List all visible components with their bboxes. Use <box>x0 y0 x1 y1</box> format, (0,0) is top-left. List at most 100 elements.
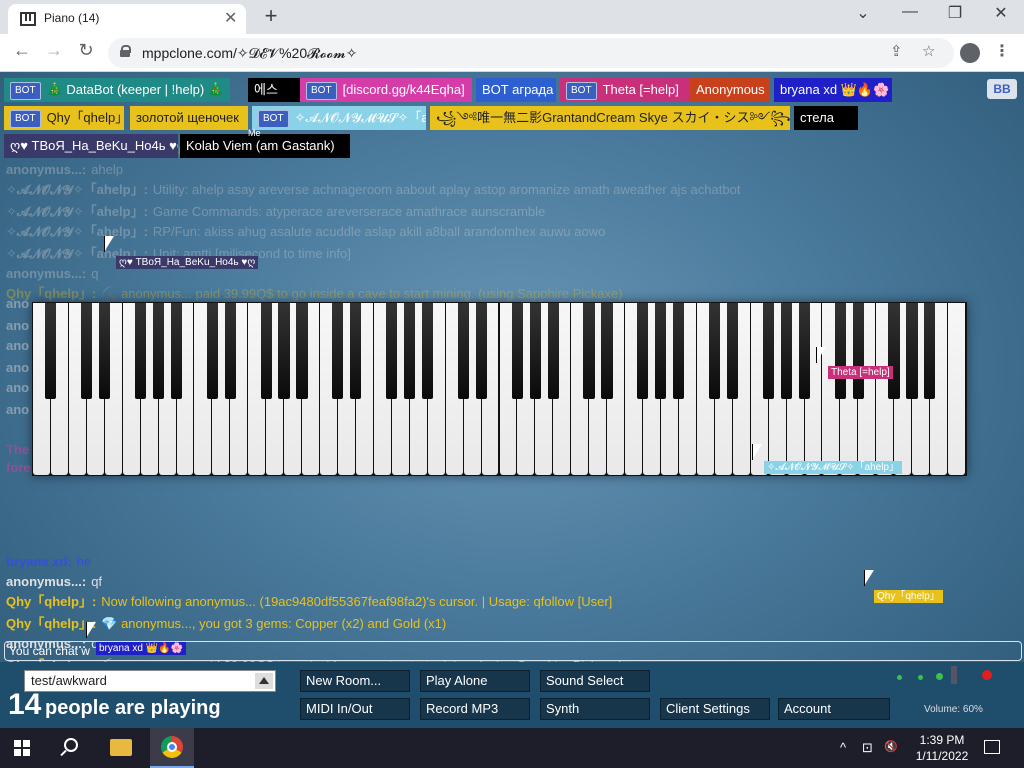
client-settings-button[interactable]: Client Settings <box>660 698 770 720</box>
chat-author: anonymus...: <box>6 162 87 177</box>
sound-select-button[interactable]: Sound Select <box>540 670 650 692</box>
user-tag[interactable]: BOT aграда <box>476 78 556 102</box>
black-key[interactable] <box>152 303 164 400</box>
taskbar-clock[interactable]: 1:39 PM 1/11/2022 <box>912 732 972 764</box>
black-key[interactable] <box>170 303 182 400</box>
room-dropdown-arrow-icon[interactable] <box>255 673 273 689</box>
black-key[interactable] <box>260 303 272 400</box>
black-key[interactable] <box>475 303 487 400</box>
forward-button[interactable]: → <box>42 40 66 61</box>
led-icon <box>936 673 943 680</box>
back-button[interactable]: ← <box>10 40 34 61</box>
chat-text: Utility: ahelp asay areverse achnageroom… <box>152 182 741 197</box>
black-key[interactable] <box>529 303 541 400</box>
user-tag[interactable]: BOT Theta [=help] <box>560 78 690 102</box>
black-key[interactable] <box>421 303 434 400</box>
black-key[interactable] <box>727 303 739 400</box>
windows-start-icon[interactable] <box>14 740 30 756</box>
black-key[interactable] <box>834 303 846 400</box>
browser-tab[interactable]: Piano (14) ✕ <box>8 4 246 34</box>
black-key[interactable] <box>457 303 469 400</box>
cursor-arrow-icon <box>816 347 828 365</box>
tab-title: Piano (14) <box>44 11 100 25</box>
play-alone-button[interactable]: Play Alone <box>420 670 530 692</box>
black-key[interactable] <box>852 303 864 400</box>
black-key[interactable] <box>206 303 218 400</box>
black-key[interactable] <box>637 303 649 400</box>
black-key[interactable] <box>99 303 111 400</box>
network-icon[interactable]: ⊡ <box>862 740 873 756</box>
black-key[interactable] <box>798 303 810 400</box>
black-key[interactable] <box>601 303 613 400</box>
black-key[interactable] <box>547 303 559 400</box>
file-explorer-icon[interactable] <box>110 739 132 756</box>
user-tag[interactable]: Kolab Viem (am Gastank) <box>180 134 350 158</box>
black-key[interactable] <box>224 303 236 400</box>
black-key[interactable] <box>511 303 523 400</box>
chat-fragment: ano <box>6 296 30 311</box>
address-bar[interactable]: mppclone.com/✧𝓓𝓔𝓥%20𝓡𝓸𝓸𝓶✧ ⇪ ☆ <box>108 38 954 68</box>
player-count: 14 people are playing <box>8 688 221 722</box>
tab-close-icon[interactable]: ✕ <box>224 8 237 28</box>
user-tag[interactable]: ღ♥ TBoЯ_Ha_BeKu_Ho4ь ♥ღ <box>4 134 178 158</box>
user-tag[interactable]: стела <box>794 106 858 130</box>
user-tag[interactable]: золотой щеночек <box>130 106 248 130</box>
new-room-button[interactable]: New Room... <box>300 670 410 692</box>
chat-input[interactable]: You can chat w <box>4 641 1022 661</box>
user-name: ღ♥ TBoЯ_Ha_BeKu_Ho4ь ♥ღ <box>10 138 178 153</box>
bb-badge[interactable]: BB <box>987 79 1017 99</box>
black-key[interactable] <box>709 303 721 400</box>
profile-avatar-icon[interactable] <box>960 43 980 63</box>
black-key[interactable] <box>583 303 595 400</box>
volume-muted-icon[interactable]: 🔇 <box>884 740 898 753</box>
chrome-icon <box>161 736 183 758</box>
black-key[interactable] <box>386 303 398 400</box>
close-window-button[interactable]: ✕ <box>986 3 1016 23</box>
share-icon[interactable]: ⇪ <box>890 42 903 60</box>
user-tag[interactable]: BOT [discord.gg/k44Eqha] <box>300 78 472 102</box>
piano-keys[interactable] <box>33 303 966 475</box>
black-key[interactable] <box>332 303 344 400</box>
black-key[interactable] <box>81 303 93 400</box>
black-key[interactable] <box>888 303 900 400</box>
tab-search-icon[interactable]: ⌄ <box>848 3 878 23</box>
user-tag[interactable]: BOT ✧𝓐𝓝𝓞𝓝𝓨𝓜𝓤𝓢✧「ahelp」 <box>252 106 426 130</box>
minimize-button[interactable]: — <box>895 3 925 21</box>
chat-fragment: The <box>6 442 30 457</box>
black-key[interactable] <box>278 303 290 400</box>
synth-button[interactable]: Synth <box>540 698 650 720</box>
notification-icon[interactable] <box>984 740 1000 754</box>
volume-slider-icon[interactable] <box>951 666 957 684</box>
black-key[interactable] <box>673 303 685 400</box>
restore-button[interactable]: ❐ <box>940 3 970 23</box>
black-key[interactable] <box>404 303 416 400</box>
user-tag[interactable]: BOT 🎄 DataBot (keeper | !help) 🎄 <box>4 78 230 102</box>
user-tag[interactable]: ꧁༺唯一無二影GrantandCream Skye スカイ・シス༻꧂ <box>430 106 790 130</box>
midi-in-out-button[interactable]: MIDI In/Out <box>300 698 410 720</box>
black-key[interactable] <box>780 303 792 400</box>
white-key[interactable] <box>948 303 965 475</box>
black-key[interactable] <box>296 303 308 400</box>
user-tag[interactable]: BOT Qhy「qhelp」 <box>4 106 124 130</box>
new-tab-button[interactable]: + <box>260 3 282 29</box>
record-mp3-button[interactable]: Record MP3 <box>420 698 530 720</box>
search-icon[interactable] <box>64 738 78 752</box>
black-key[interactable] <box>350 303 362 400</box>
tray-chevron-icon[interactable]: ^ <box>840 740 846 755</box>
reload-button[interactable]: ↻ <box>74 40 98 61</box>
black-key[interactable] <box>134 303 147 400</box>
black-key[interactable] <box>924 303 936 400</box>
black-key[interactable] <box>655 303 667 400</box>
chrome-taskbar-button[interactable] <box>150 728 194 768</box>
account-button[interactable]: Account <box>778 698 890 720</box>
user-tag[interactable]: bryana xd 👑🔥🌸 <box>774 78 892 102</box>
black-key[interactable] <box>45 303 57 400</box>
user-tag[interactable]: Anonymous <box>690 78 770 102</box>
black-key[interactable] <box>906 303 918 400</box>
user-name: 🎄 DataBot (keeper | !help) 🎄 <box>46 82 224 97</box>
kebab-menu-icon[interactable]: ⋮ <box>994 41 1010 61</box>
black-key[interactable] <box>762 303 774 400</box>
bookmark-star-icon[interactable]: ☆ <box>922 42 935 60</box>
bot-badge: BOT <box>10 81 41 100</box>
piano-keyboard[interactable] <box>32 302 967 476</box>
